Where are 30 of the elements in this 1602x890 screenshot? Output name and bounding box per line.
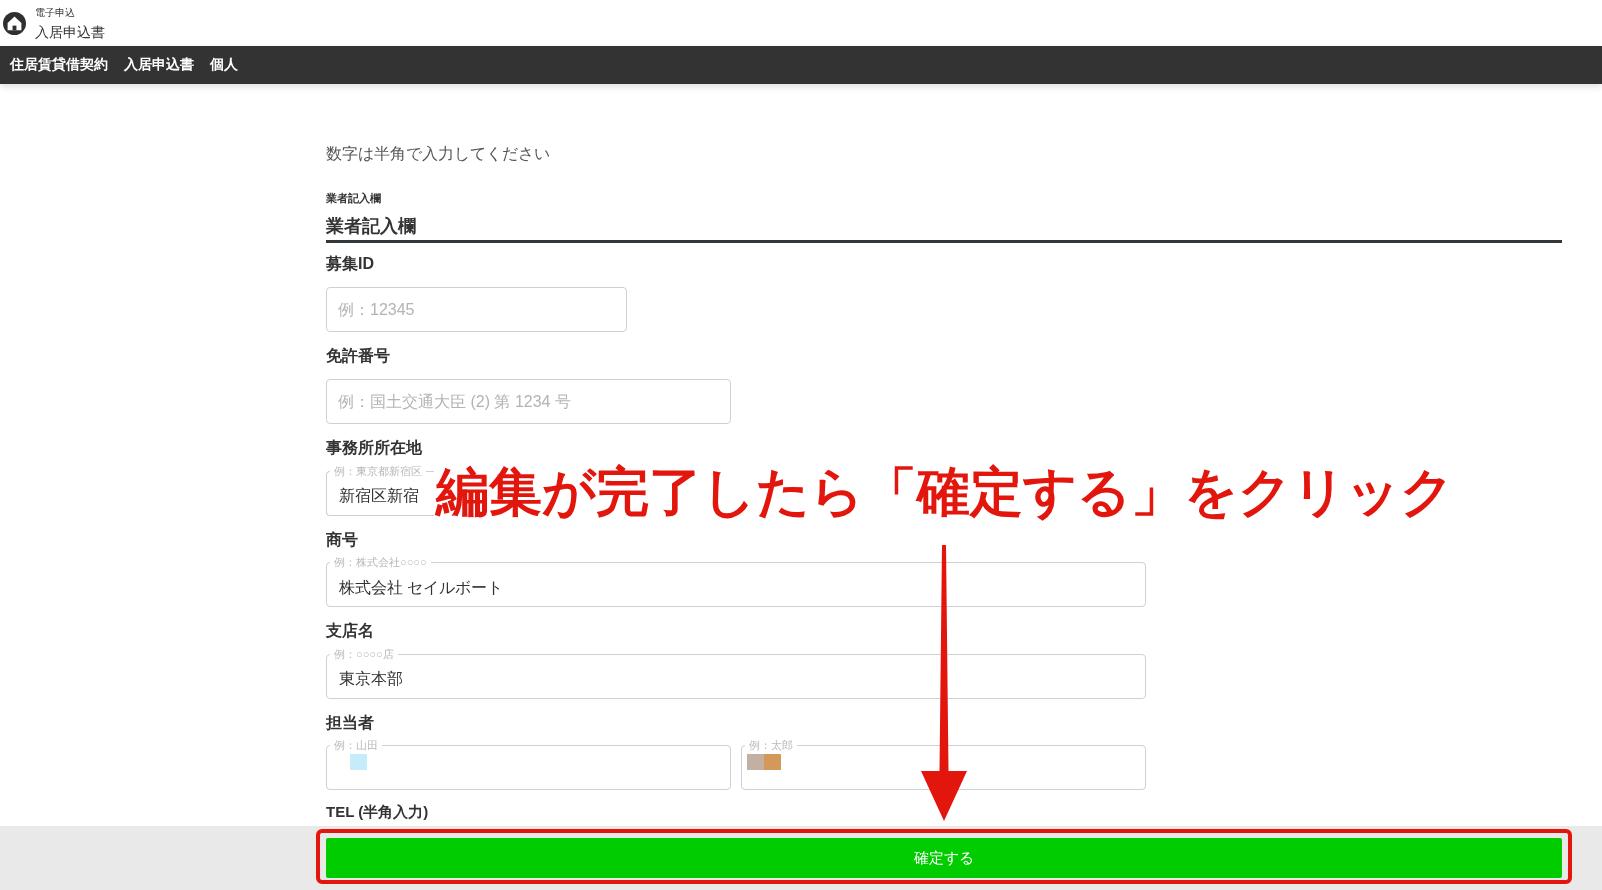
section-caption: 業者記入欄 <box>326 191 382 205</box>
field-label: 募集ID <box>326 254 375 274</box>
input-field[interactable]: 例：東京都新宿区 新宿区新宿 <box>326 464 434 516</box>
field-label: 支店名 <box>326 621 375 641</box>
input-field[interactable]: 例：国土交通大臣 (2) 第 1234 号 <box>326 379 731 424</box>
floating-label: 例：東京都新宿区 <box>333 464 423 478</box>
home-icon[interactable] <box>3 11 26 35</box>
breadcrumb-link[interactable]: 個人 <box>210 56 238 74</box>
input-field[interactable]: 例：株式会社○○○○ 株式会社 セイルボート <box>326 556 1146 607</box>
field-value: 東京本部 <box>339 669 403 689</box>
floating-label: 例：太郎 <box>748 739 794 752</box>
callout-text: 編集が完了したら「確定する」をクリック <box>436 462 1454 522</box>
breadcrumb-link[interactable]: 住居賃貸借契約 <box>10 56 108 74</box>
form-note: 数字は半角で入力してください <box>326 144 550 164</box>
section-title: 業者記入欄 <box>326 215 416 238</box>
floating-label: 例：株式会社○○○○ <box>333 556 428 569</box>
field-label: TEL (半角入力) <box>326 802 430 822</box>
field-label: 事務所所在地 <box>326 438 423 458</box>
field-value: 新宿区新宿 <box>339 486 419 506</box>
floating-label: 例：○○○○店 <box>333 647 395 661</box>
breadcrumb-link[interactable]: 入居申込書 <box>124 56 194 74</box>
field-label: 免許番号 <box>326 346 391 366</box>
field-label: 商号 <box>326 529 359 550</box>
header-caption: 電子申込 <box>35 7 76 19</box>
field-label: 担当者 <box>326 712 375 733</box>
page-title: 入居申込書 <box>35 23 105 41</box>
field-value: 株式会社 セイルボート <box>339 577 504 598</box>
input-field[interactable]: 例：○○○○店 東京本部 <box>326 647 1146 699</box>
floating-label: 例：山田 <box>333 739 379 752</box>
input-field[interactable]: 例：12345 <box>326 287 627 332</box>
